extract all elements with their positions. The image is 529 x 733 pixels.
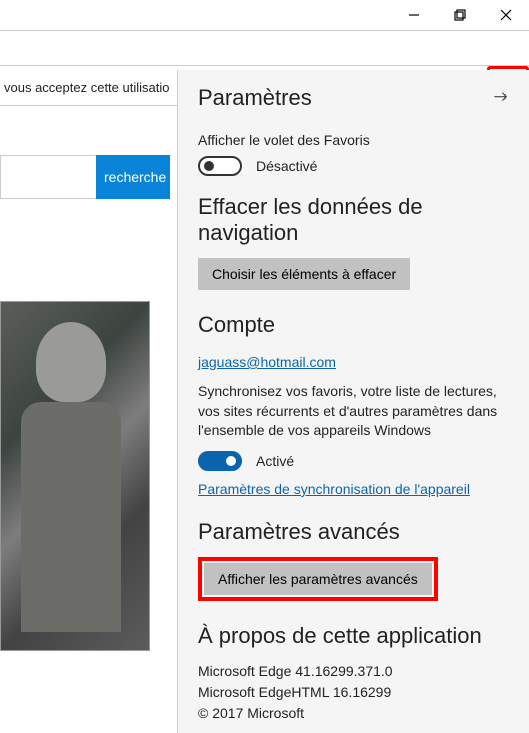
clear-data-heading: Effacer les données de navigation [198, 194, 509, 246]
choose-clear-button[interactable]: Choisir les éléments à effacer [198, 258, 410, 290]
show-advanced-button[interactable]: Afficher les paramètres avancés [204, 563, 432, 595]
search-input[interactable] [0, 155, 96, 199]
device-sync-link[interactable]: Paramètres de synchronisation de l'appar… [198, 481, 470, 497]
about-edgehtml-version: Microsoft EdgeHTML 16.16299 [198, 682, 509, 703]
about-heading: À propos de cette application [198, 623, 509, 649]
page-content-behind: vous acceptez cette utilisation recherch… [0, 70, 170, 733]
minimize-button[interactable] [391, 0, 437, 30]
account-heading: Compte [198, 312, 509, 338]
maximize-button[interactable] [437, 0, 483, 30]
close-button[interactable] [483, 0, 529, 30]
window-titlebar [0, 0, 529, 30]
favorites-bar-label: Afficher le volet des Favoris [198, 132, 509, 148]
article-photo[interactable] [0, 301, 150, 651]
pin-icon[interactable] [493, 90, 509, 106]
advanced-highlight: Afficher les paramètres avancés [198, 557, 438, 601]
sync-toggle-state: Activé [256, 453, 294, 469]
account-email-link[interactable]: jaguass@hotmail.com [198, 354, 336, 370]
advanced-heading: Paramètres avancés [198, 519, 509, 545]
search-row: recherche [0, 155, 170, 199]
sync-toggle[interactable] [198, 451, 242, 471]
about-copyright: © 2017 Microsoft [198, 703, 509, 724]
search-button[interactable]: recherche [96, 155, 170, 199]
favorites-toggle[interactable] [198, 156, 242, 176]
cookie-banner-text: vous acceptez cette utilisation [0, 70, 170, 105]
about-text: Microsoft Edge 41.16299.371.0 Microsoft … [198, 661, 509, 724]
sync-description: Synchronisez vos favoris, votre liste de… [198, 382, 509, 441]
about-edge-version: Microsoft Edge 41.16299.371.0 [198, 661, 509, 682]
favorites-toggle-state: Désactivé [256, 158, 317, 174]
settings-title: Paramètres [198, 85, 312, 111]
address-bar[interactable] [0, 30, 529, 66]
settings-panel: Paramètres Afficher le volet des Favoris… [177, 70, 529, 733]
